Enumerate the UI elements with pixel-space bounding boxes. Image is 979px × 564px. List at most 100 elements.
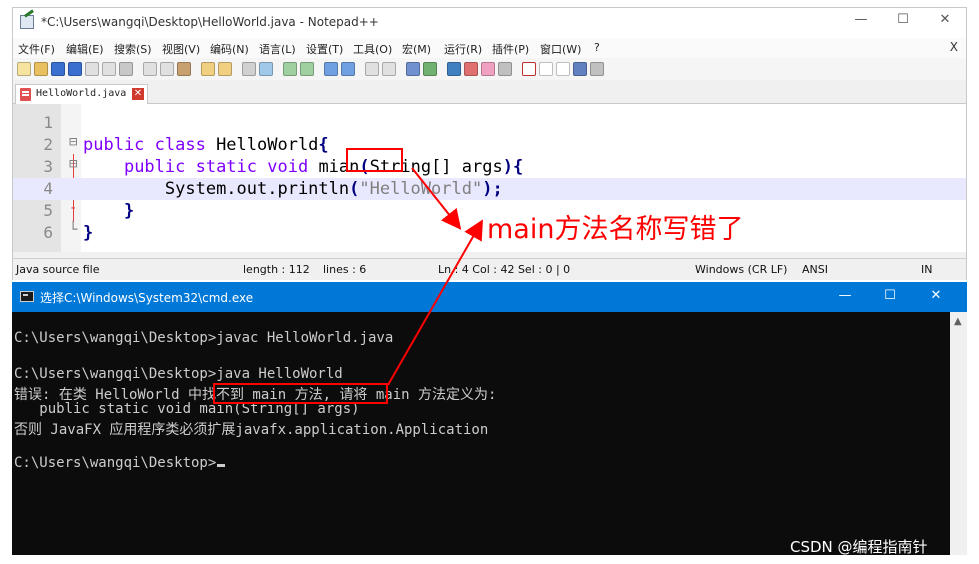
notepad-app-icon bbox=[20, 15, 34, 29]
menu-file[interactable]: 文件(F) bbox=[18, 41, 55, 57]
save-macro-icon[interactable] bbox=[590, 62, 604, 76]
menu-view[interactable]: 视图(V) bbox=[162, 41, 200, 57]
paste-icon[interactable] bbox=[177, 62, 191, 76]
code-keyword: public class bbox=[83, 135, 206, 155]
code-args: [] args bbox=[431, 157, 503, 177]
code-paren: ){ bbox=[502, 157, 524, 177]
close-icon[interactable]: ✕ bbox=[929, 12, 961, 27]
replace-icon[interactable] bbox=[259, 62, 273, 76]
cmd-window: 选择C:\Windows\System32\cmd.exe — ☐ ✕ C:\U… bbox=[12, 282, 967, 555]
menu-search[interactable]: 搜索(S) bbox=[114, 41, 152, 57]
menu-encoding[interactable]: 编码(N) bbox=[210, 41, 249, 57]
language-icon[interactable] bbox=[423, 62, 437, 76]
status-bar: Java source file length : 112 lines : 6 … bbox=[13, 258, 966, 280]
code-brace: } bbox=[123, 201, 135, 221]
save-all-icon[interactable] bbox=[68, 62, 82, 76]
cmd-app-icon bbox=[20, 291, 34, 302]
method-name-highlight bbox=[346, 148, 403, 172]
maximize-icon[interactable]: ☐ bbox=[887, 12, 919, 27]
run-macro-multiple-icon[interactable] bbox=[573, 62, 587, 76]
code-paren: ); bbox=[482, 179, 503, 199]
menu-tools[interactable]: 工具(O) bbox=[353, 41, 392, 57]
code-brace: } bbox=[83, 223, 94, 243]
error-highlight bbox=[213, 383, 388, 404]
cmd-console[interactable]: C:\Users\wangqi\Desktop>javac HelloWorld… bbox=[12, 312, 967, 555]
menu-language[interactable]: 语言(L) bbox=[259, 41, 296, 57]
code-string: "HelloWorld" bbox=[359, 179, 483, 199]
line-number: 5 bbox=[43, 201, 53, 220]
stop-macro-icon[interactable] bbox=[539, 62, 553, 76]
folder-workspace-icon[interactable] bbox=[481, 62, 495, 76]
close-document-icon[interactable]: X bbox=[950, 40, 958, 54]
new-file-icon[interactable] bbox=[17, 62, 31, 76]
notepad-title-bar: *C:\Users\wangqi\Desktop\HelloWorld.java… bbox=[13, 8, 966, 38]
line-number: 3 bbox=[43, 157, 53, 176]
zoom-in-icon[interactable] bbox=[283, 62, 297, 76]
cmd-title-bar: 选择C:\Windows\System32\cmd.exe — ☐ ✕ bbox=[12, 282, 967, 312]
console-cursor bbox=[217, 464, 226, 467]
code-paren: ( bbox=[349, 179, 360, 199]
close-all-icon[interactable] bbox=[102, 62, 116, 76]
menu-plugins[interactable]: 插件(P) bbox=[492, 41, 529, 57]
code-keyword: public static void bbox=[123, 157, 309, 177]
word-wrap-icon[interactable] bbox=[365, 62, 379, 76]
close-file-icon[interactable] bbox=[85, 62, 99, 76]
cmd-scrollbar[interactable]: ▲ bbox=[950, 312, 967, 555]
menu-window[interactable]: 窗口(W) bbox=[540, 41, 581, 57]
status-position: Ln : 4 Col : 42 Sel : 0 | 0 bbox=[438, 263, 571, 276]
menu-help[interactable]: ? bbox=[594, 41, 600, 54]
sync-horizontal-icon[interactable] bbox=[341, 62, 355, 76]
cmd-title: 选择C:\Windows\System32\cmd.exe bbox=[40, 291, 254, 305]
fold-toggle-icon[interactable]: ⊟ bbox=[69, 134, 77, 150]
save-icon[interactable] bbox=[51, 62, 65, 76]
code-line-1: 1 bbox=[13, 112, 966, 134]
indent-guide-icon[interactable] bbox=[406, 62, 420, 76]
code-call: System.out.println bbox=[164, 179, 350, 199]
redo-icon[interactable] bbox=[218, 62, 232, 76]
undo-icon[interactable] bbox=[201, 62, 215, 76]
menu-edit[interactable]: 编辑(E) bbox=[66, 41, 104, 57]
status-length: length : 112 bbox=[243, 263, 310, 276]
tab-bar: HelloWorld.java ✕ bbox=[13, 82, 966, 104]
play-macro-icon[interactable] bbox=[556, 62, 570, 76]
show-all-chars-icon[interactable] bbox=[382, 62, 396, 76]
cmd-minimize-icon[interactable]: — bbox=[829, 288, 861, 303]
doc-map-icon[interactable] bbox=[447, 62, 461, 76]
line-number: 4 bbox=[43, 179, 53, 198]
record-macro-icon[interactable] bbox=[522, 62, 536, 76]
function-list-icon[interactable] bbox=[464, 62, 478, 76]
status-lines: lines : 6 bbox=[323, 263, 367, 276]
code-line-2: 2 ⊟ public class HelloWorld{ bbox=[13, 134, 966, 156]
open-file-icon[interactable] bbox=[34, 62, 48, 76]
monitoring-icon[interactable] bbox=[498, 62, 512, 76]
menu-settings[interactable]: 设置(T) bbox=[306, 41, 343, 57]
toolbar bbox=[13, 58, 966, 80]
menu-run[interactable]: 运行(R) bbox=[444, 41, 482, 57]
cmd-close-icon[interactable]: ✕ bbox=[920, 288, 952, 303]
find-icon[interactable] bbox=[242, 62, 256, 76]
menu-macro[interactable]: 宏(M) bbox=[402, 41, 431, 57]
print-icon[interactable] bbox=[119, 62, 133, 76]
tab-label: HelloWorld.java bbox=[36, 88, 127, 99]
notepad-title: *C:\Users\wangqi\Desktop\HelloWorld.java… bbox=[41, 15, 379, 29]
fold-toggle-icon[interactable]: ⊟ bbox=[69, 156, 77, 172]
minimize-icon[interactable]: — bbox=[845, 12, 877, 27]
tab-close-icon[interactable]: ✕ bbox=[132, 88, 144, 100]
copy-icon[interactable] bbox=[160, 62, 174, 76]
scroll-up-icon[interactable]: ▲ bbox=[954, 316, 962, 327]
sync-vertical-icon[interactable] bbox=[324, 62, 338, 76]
line-number: 6 bbox=[43, 223, 53, 242]
zoom-out-icon[interactable] bbox=[300, 62, 314, 76]
fold-end-icon: └ bbox=[69, 222, 78, 238]
line-number: 1 bbox=[43, 113, 53, 132]
status-encoding: ANSI bbox=[802, 263, 828, 276]
console-prompt-line: C:\Users\wangqi\Desktop> bbox=[14, 455, 226, 471]
code-brace: { bbox=[318, 135, 329, 155]
code-line-4: 4 System.out.println("HelloWorld"); bbox=[13, 178, 966, 200]
console-prompt: C:\Users\wangqi\Desktop> bbox=[14, 455, 217, 471]
cmd-maximize-icon[interactable]: ☐ bbox=[874, 288, 906, 303]
cut-icon[interactable] bbox=[143, 62, 157, 76]
status-file-type: Java source file bbox=[16, 263, 100, 276]
fold-end-icon: - bbox=[69, 200, 78, 216]
tab-helloworld-java[interactable]: HelloWorld.java ✕ bbox=[15, 84, 148, 104]
